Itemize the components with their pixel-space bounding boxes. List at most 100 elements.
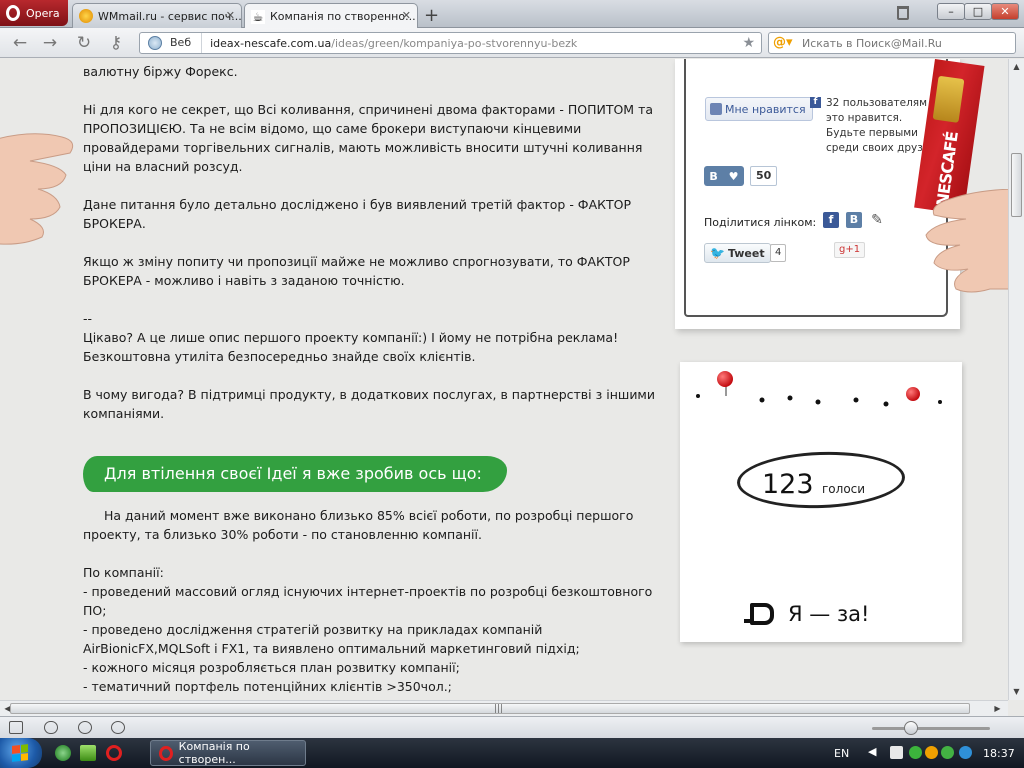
text-line: - проведений массовий огляд існуючих інт… (83, 584, 653, 618)
search-placeholder: Искать в Поиск@Mail.Ru (802, 36, 942, 50)
taskbar-opera-window[interactable]: Компанія по створен... (150, 740, 306, 766)
tab-title: WMmail.ru - сервис поч... (98, 9, 242, 23)
vote-button[interactable]: Я — за! (744, 602, 870, 626)
wmmail-favicon-icon (79, 9, 93, 23)
text-line: - проведено дослідження стратегій розвит… (83, 622, 580, 656)
url-text[interactable]: ideax-nescafe.com.ua/ideas/green/kompani… (202, 37, 577, 50)
tab-nescafe[interactable]: ☕ Компанія по створенно... ✕ (244, 3, 418, 29)
tray-green-icon[interactable] (909, 746, 922, 759)
address-bar[interactable]: Веб ideax-nescafe.com.ua/ideas/green/kom… (139, 32, 762, 54)
like-button-label: Мне нравится (725, 102, 806, 116)
unite-icon[interactable] (78, 721, 92, 734)
tab-wmmail[interactable]: WMmail.ru - сервис поч... ✕ (72, 3, 242, 28)
language-indicator[interactable]: EN (834, 747, 849, 760)
opera-menu-label: Opera (26, 6, 60, 20)
minimize-button[interactable]: – (937, 3, 965, 20)
pencil-share-icon[interactable]: ✎ (869, 212, 885, 228)
vertical-scroll-thumb[interactable] (1011, 153, 1022, 217)
opera-logo-icon (6, 5, 20, 21)
article-paragraph: валютну біржу Форекс. (83, 64, 238, 79)
text-line: - тематичний портфель потенційних клієнт… (83, 679, 452, 694)
opera-quicklaunch-icon[interactable] (106, 745, 122, 761)
share-label: Поділитися лінком: (704, 216, 817, 229)
vote-button-label: Я — за! (788, 602, 870, 626)
vk-like-widget[interactable]: В ♥ 50 (704, 165, 778, 187)
windows-logo-icon (12, 744, 28, 762)
facebook-share-icon[interactable]: f (823, 212, 839, 228)
tab-title: Компанія по створенно... (270, 10, 416, 23)
panel-toggle-icon[interactable] (9, 721, 23, 734)
download-icon[interactable] (80, 745, 96, 761)
forward-arrow-icon[interactable]: → (40, 33, 60, 53)
gplus-label: +1 (845, 244, 861, 255)
votes-count: 123 (762, 469, 814, 500)
facebook-like-button[interactable]: Мне нравится (705, 97, 813, 121)
horizontal-scrollbar[interactable]: ◀ ||| ▶ (0, 700, 1008, 716)
grip-icon: ||| (494, 704, 504, 714)
thumbs-up-icon (710, 103, 722, 115)
votes-label: голоси (822, 482, 866, 496)
new-tab-icon[interactable]: + (424, 5, 439, 26)
scroll-up-arrow-icon[interactable]: ▲ (1009, 59, 1024, 74)
close-window-button[interactable]: ✕ (991, 3, 1019, 20)
turbo-icon[interactable] (111, 721, 125, 734)
vk-like-label: В (709, 169, 718, 183)
opera-menu-button[interactable]: Opera (0, 0, 68, 26)
vk-like-button[interactable]: В ♥ (704, 166, 744, 186)
show-hidden-icons-icon[interactable]: ◀ (868, 745, 876, 758)
zoom-slider-track[interactable] (872, 727, 990, 730)
zoom-slider-knob[interactable] (904, 721, 918, 735)
reload-icon[interactable]: ↻ (74, 33, 94, 53)
google-plus-button[interactable]: g+1 (834, 242, 866, 258)
red-pin-icon (717, 371, 733, 387)
cloud-icon[interactable] (44, 721, 58, 734)
back-arrow-icon[interactable]: ← (10, 33, 30, 53)
section-heading-banner: Для втілення своєї Ідеї я вже зробив ось… (83, 456, 507, 492)
navigation-bar: ← → ↻ ⚷ Веб ideax-nescafe.com.ua/ideas/g… (0, 28, 1024, 58)
article-paragraph: Дане питання було детально досліджено і … (83, 197, 632, 231)
red-pin-icon (906, 387, 920, 401)
opera-icon (159, 745, 173, 761)
vote-icon (744, 603, 774, 625)
search-input[interactable]: @▾ Искать в Поиск@Mail.Ru (768, 32, 1016, 54)
nescafe-favicon-icon: ☕ (251, 9, 265, 24)
hand-left-image (0, 133, 74, 245)
clock[interactable]: 18:37 (983, 747, 1015, 760)
scroll-right-arrow-icon[interactable]: ▶ (990, 701, 1005, 716)
text-line: -- (83, 311, 93, 326)
text-line: Цікаво? А це лише опис першого проекту к… (83, 330, 619, 345)
tray-icq-icon[interactable] (941, 746, 954, 759)
page-viewport: валютну біржу Форекс. Ні для кого не сек… (0, 59, 1008, 700)
horizontal-scroll-thumb[interactable]: ||| (10, 703, 970, 714)
scroll-down-arrow-icon[interactable]: ▼ (1009, 684, 1024, 699)
mailru-search-icon[interactable]: @▾ (773, 35, 797, 51)
close-tab-icon[interactable]: ✕ (402, 9, 411, 22)
article-paragraph: По компанії: - проведений массовий огляд… (83, 563, 663, 696)
tray-mailru-icon[interactable] (925, 746, 938, 759)
trash-icon[interactable] (897, 6, 909, 20)
tweet-count: 4 (770, 244, 787, 262)
globe-icon (148, 36, 162, 50)
vk-share-icon[interactable]: В (846, 212, 862, 228)
tweet-label: Tweet (727, 246, 765, 260)
tab-bar: Opera WMmail.ru - сервис поч... ✕ ☕ Комп… (0, 0, 1024, 29)
heart-icon: ♥ (728, 169, 739, 183)
text-line: По компанії: (83, 565, 164, 580)
vertical-scrollbar[interactable]: ▲ ▼ (1008, 59, 1024, 700)
tray-flag-icon[interactable] (890, 746, 903, 759)
utorrent-icon[interactable] (55, 745, 71, 761)
key-icon[interactable]: ⚷ (106, 33, 126, 53)
article-paragraph: Ні для кого не секрет, що Всі коливання,… (83, 102, 654, 174)
article-paragraph: На даний момент вже виконано близько 85%… (83, 508, 634, 542)
text-line: - кожного місяця розробляється план розв… (83, 660, 460, 675)
votes-card: 123 голоси Я — за! (680, 362, 962, 642)
web-label: Веб (170, 33, 203, 53)
tray-network-icon[interactable] (959, 746, 972, 759)
facebook-icon: f (810, 97, 821, 108)
close-tab-icon[interactable]: ✕ (226, 9, 235, 22)
bookmark-star-icon[interactable]: ★ (742, 35, 755, 51)
start-button[interactable] (0, 738, 42, 768)
tweet-button[interactable]: 🐦 Tweet (704, 243, 771, 263)
maximize-button[interactable]: □ (964, 3, 992, 20)
windows-taskbar: Компанія по створен... EN ◀ 18:37 (0, 738, 1024, 768)
